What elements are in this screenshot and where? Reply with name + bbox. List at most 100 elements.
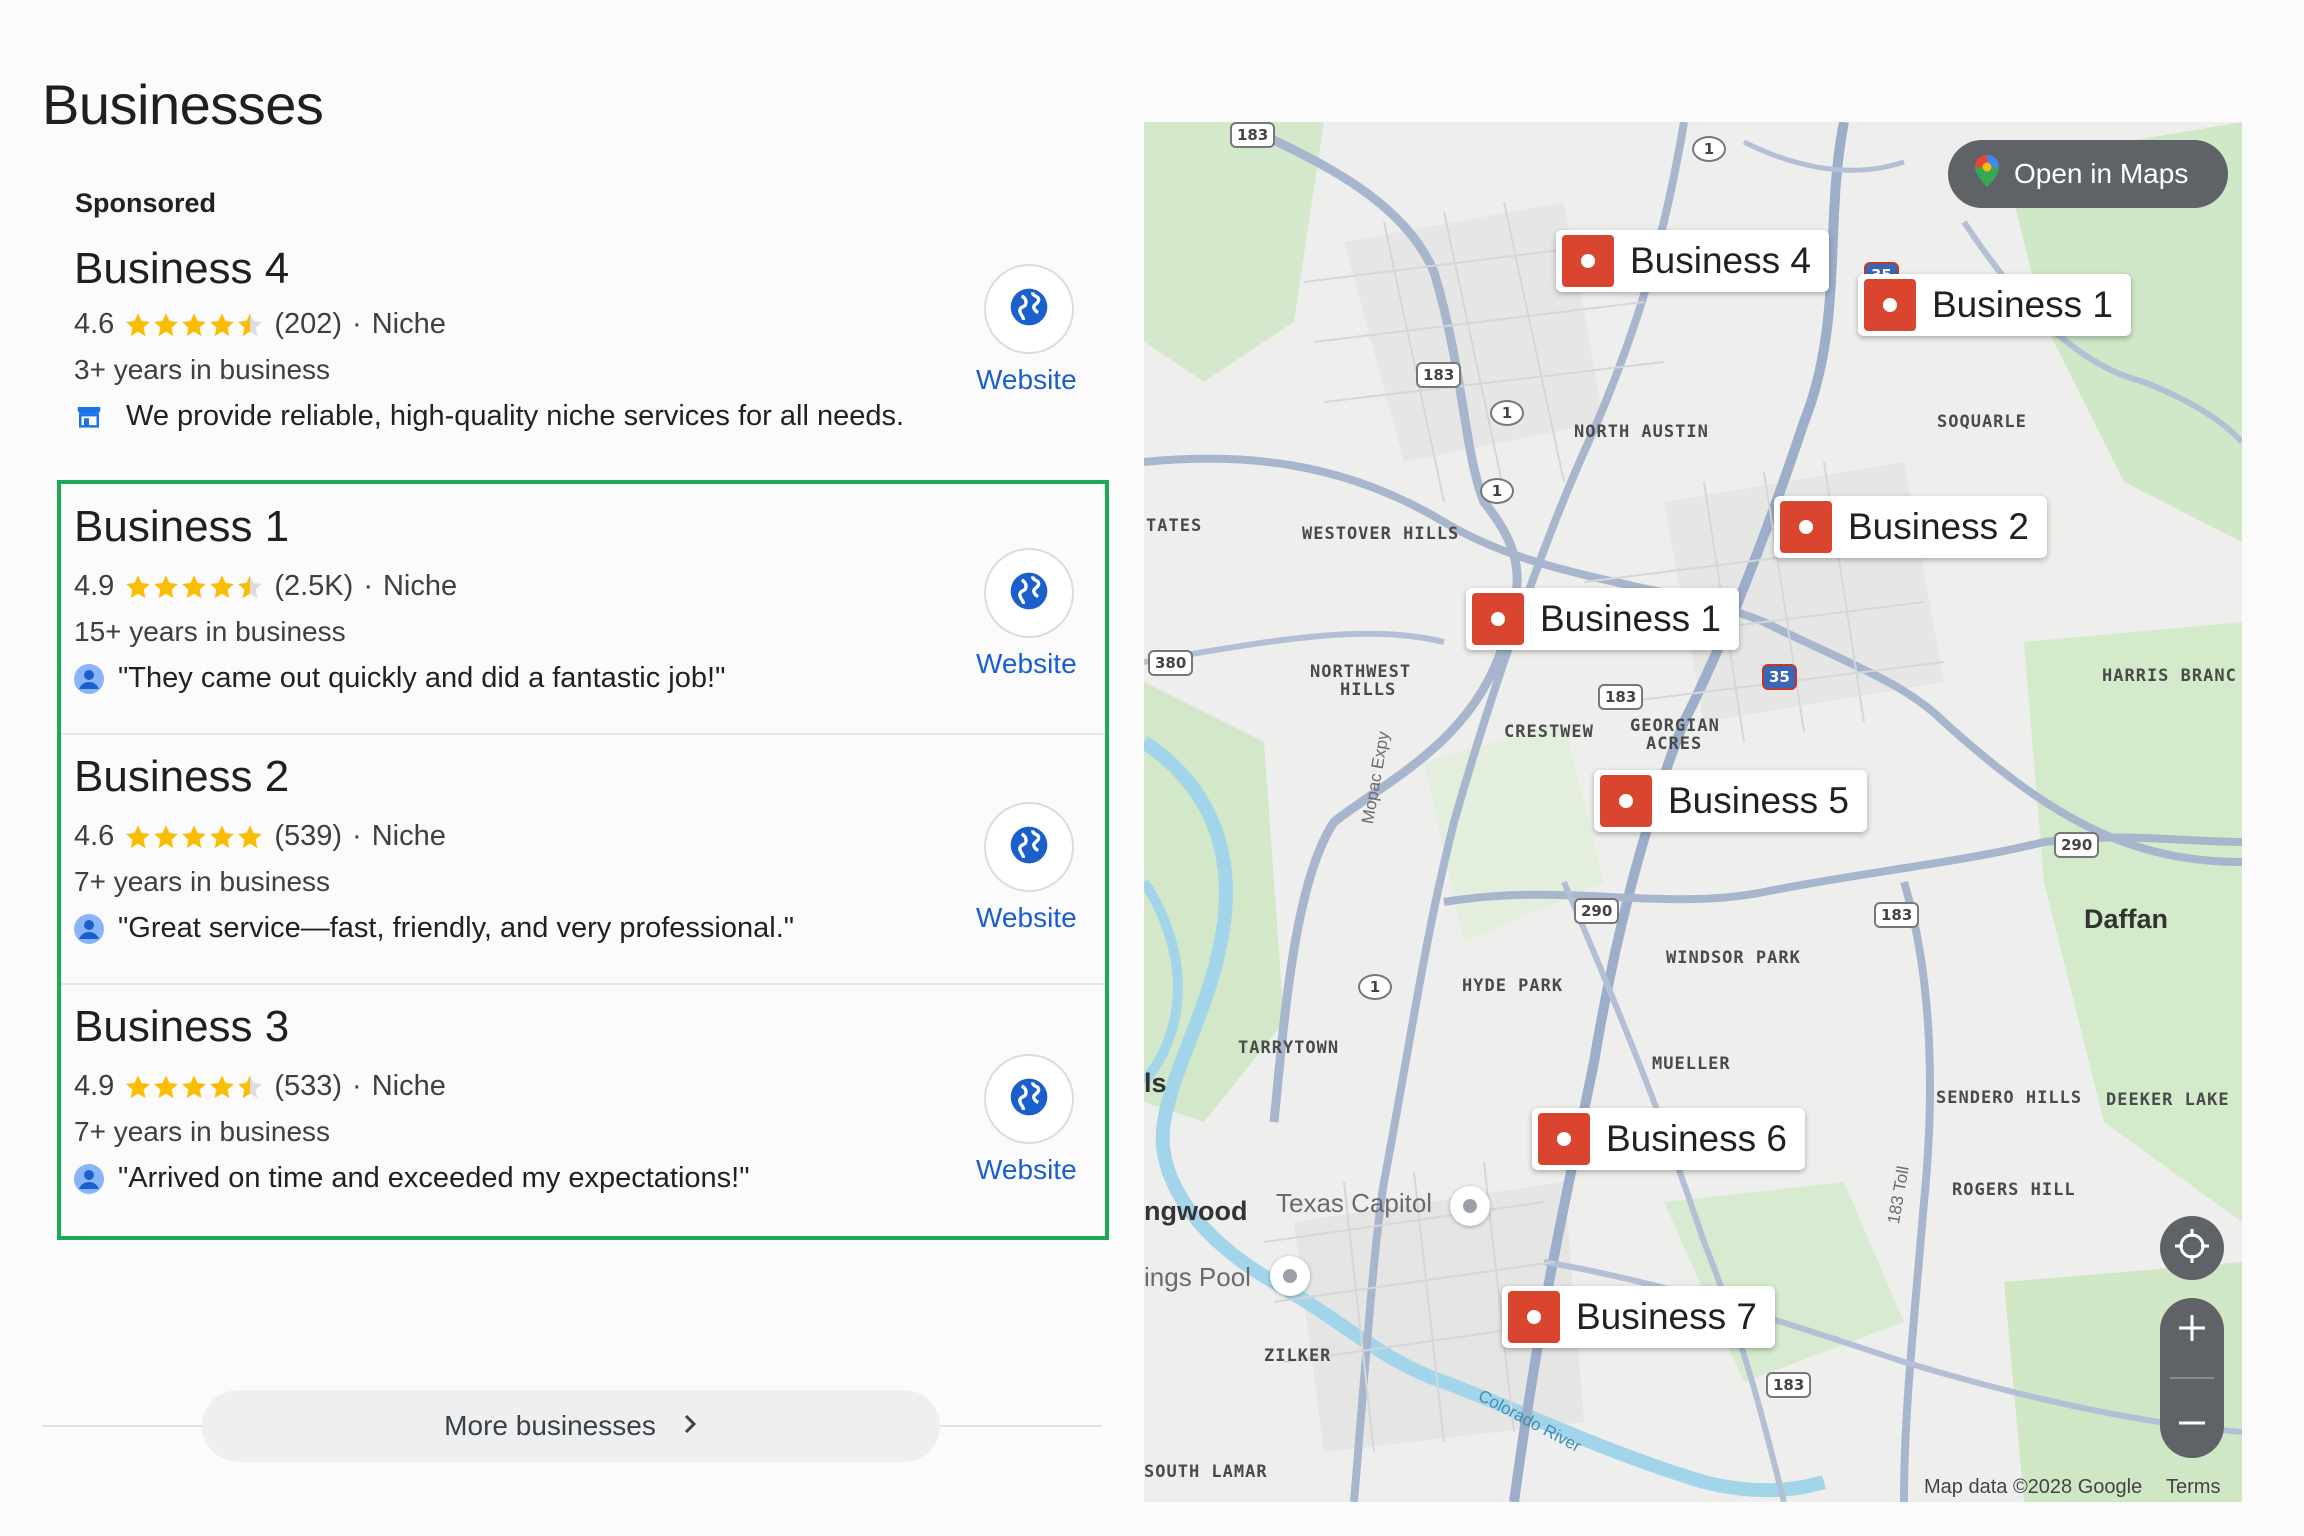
rating-value: 4.6 bbox=[74, 820, 115, 852]
map-marker[interactable]: Business 7 bbox=[1502, 1286, 1775, 1348]
map-place-label: GEORGIAN bbox=[1630, 716, 1720, 736]
category: Niche bbox=[382, 570, 458, 602]
website-link[interactable]: Website bbox=[976, 902, 1077, 934]
map-place-label: TATES bbox=[1146, 516, 1203, 536]
star-icon bbox=[236, 1073, 264, 1101]
route-shield: 183 bbox=[1874, 902, 1920, 928]
star-icon bbox=[124, 311, 152, 339]
star-icon bbox=[124, 1073, 152, 1101]
map-marker[interactable]: Business 5 bbox=[1594, 770, 1867, 832]
website-link[interactable]: Website bbox=[976, 648, 1077, 680]
crosshair-icon bbox=[2172, 1226, 2212, 1271]
globe-icon bbox=[1007, 569, 1051, 618]
more-businesses-button[interactable]: More businesses bbox=[202, 1390, 940, 1462]
zoom-in-button[interactable] bbox=[2175, 1311, 2209, 1350]
my-location-button[interactable] bbox=[2160, 1216, 2224, 1280]
maps-pin-icon bbox=[1974, 154, 2000, 195]
star-icon bbox=[152, 311, 180, 339]
route-shield: 290 bbox=[1574, 898, 1620, 924]
rating-value: 4.6 bbox=[74, 308, 115, 340]
website-link[interactable]: Website bbox=[976, 364, 1077, 396]
website-button[interactable] bbox=[984, 548, 1074, 638]
user-avatar-icon bbox=[74, 913, 104, 944]
storefront-icon bbox=[74, 402, 104, 432]
rating-value: 4.9 bbox=[74, 1070, 115, 1102]
user-avatar-icon bbox=[74, 1163, 104, 1194]
rating-line: 4.6 (202) · Niche bbox=[74, 308, 446, 341]
map-place-label: ls bbox=[1144, 1068, 1167, 1098]
star-icon bbox=[124, 573, 152, 601]
route-shield: 183 bbox=[1416, 362, 1462, 388]
star-icon bbox=[152, 823, 180, 851]
business-name[interactable]: Business 4 bbox=[74, 244, 289, 294]
route-shield: 183 bbox=[1766, 1372, 1812, 1398]
map-marker-label: Business 1 bbox=[1540, 598, 1721, 639]
zoom-controls bbox=[2160, 1298, 2224, 1458]
sponsored-listing[interactable]: Business 4 4.6 (202) · Niche 3+ years in… bbox=[74, 244, 1084, 444]
map-marker[interactable]: Business 1 bbox=[1466, 588, 1739, 650]
map-pin-icon bbox=[1508, 1291, 1560, 1343]
business-listing[interactable]: Business 1 4.9 (2.5K) · Niche 15+ years … bbox=[74, 502, 1084, 732]
business-name[interactable]: Business 3 bbox=[74, 1002, 289, 1052]
map-place-label: SOQUARLE bbox=[1937, 412, 2027, 432]
globe-icon bbox=[1007, 1075, 1051, 1124]
review-count[interactable]: (202) bbox=[274, 308, 342, 341]
route-shield: 183 bbox=[1230, 122, 1276, 148]
map-place-label: Daffan bbox=[2084, 904, 2169, 934]
review-count[interactable]: (2.5K) bbox=[274, 570, 353, 603]
route-shield: 1 bbox=[1692, 136, 1726, 162]
map-place-label: ROGERS HILL bbox=[1952, 1180, 2076, 1200]
chevron-right-icon bbox=[682, 1410, 698, 1442]
business-listing[interactable]: Business 3 4.9 (533) · Niche 7+ years in… bbox=[74, 1002, 1084, 1232]
map-marker[interactable]: Business 1 bbox=[1858, 274, 2131, 336]
poi-pin-icon[interactable] bbox=[1450, 1186, 1490, 1226]
review-snippet-line: "They came out quickly and did a fantast… bbox=[74, 662, 725, 695]
business-name[interactable]: Business 2 bbox=[74, 752, 289, 802]
route-shield: 35 bbox=[1762, 664, 1797, 690]
route-shield: 1 bbox=[1480, 478, 1514, 504]
route-shield: 1 bbox=[1490, 400, 1524, 426]
page-title: Businesses bbox=[42, 73, 324, 136]
map-place-label: MUELLER bbox=[1652, 1054, 1731, 1074]
years-in-business: 3+ years in business bbox=[74, 354, 331, 385]
business-description: We provide reliable, high-quality niche … bbox=[126, 400, 905, 432]
globe-icon bbox=[1007, 823, 1051, 872]
more-businesses-label: More businesses bbox=[444, 1410, 656, 1441]
map-marker[interactable]: Business 6 bbox=[1532, 1108, 1805, 1170]
website-button[interactable] bbox=[984, 264, 1074, 354]
star-icon bbox=[152, 573, 180, 601]
category: Niche bbox=[371, 820, 446, 852]
star-rating bbox=[124, 573, 264, 601]
star-icon bbox=[124, 823, 152, 851]
website-link[interactable]: Website bbox=[976, 1154, 1077, 1186]
website-button[interactable] bbox=[984, 802, 1074, 892]
review-snippet: "Arrived on time and exceeded my expecta… bbox=[118, 1162, 750, 1194]
map-pin-icon bbox=[1538, 1113, 1590, 1165]
review-count[interactable]: (539) bbox=[274, 820, 342, 853]
zoom-out-button[interactable] bbox=[2175, 1406, 2209, 1445]
map-marker[interactable]: Business 4 bbox=[1556, 230, 1829, 292]
business-name[interactable]: Business 1 bbox=[74, 502, 289, 552]
review-snippet-line: "Great service—fast, friendly, and very … bbox=[74, 912, 794, 945]
star-icon bbox=[236, 311, 264, 339]
map-place-label: NORTHWEST bbox=[1310, 662, 1412, 682]
terms-link[interactable]: Terms bbox=[2166, 1476, 2220, 1499]
star-icon bbox=[208, 573, 236, 601]
star-icon bbox=[208, 311, 236, 339]
separator: · bbox=[363, 570, 373, 602]
poi-pin-icon[interactable] bbox=[1270, 1256, 1310, 1296]
review-count[interactable]: (533) bbox=[274, 1070, 342, 1103]
map-marker[interactable]: Business 2 bbox=[1774, 496, 2047, 558]
star-icon bbox=[236, 573, 264, 601]
star-icon bbox=[236, 823, 264, 851]
rating-line: 4.6 (539) · Niche bbox=[74, 820, 446, 853]
review-snippet: "They came out quickly and did a fantast… bbox=[118, 662, 726, 694]
map-place-label: HARRIS BRANC bbox=[2102, 666, 2237, 686]
map-place-label: HYDE PARK bbox=[1462, 976, 1564, 996]
star-rating bbox=[124, 823, 264, 851]
website-button[interactable] bbox=[984, 1054, 1074, 1144]
divider bbox=[61, 733, 1105, 735]
open-in-maps-button[interactable]: Open in Maps bbox=[1948, 140, 2228, 208]
map-pin-icon bbox=[1600, 775, 1652, 827]
business-listing[interactable]: Business 2 4.6 (539) · Niche 7+ years in… bbox=[74, 752, 1084, 982]
